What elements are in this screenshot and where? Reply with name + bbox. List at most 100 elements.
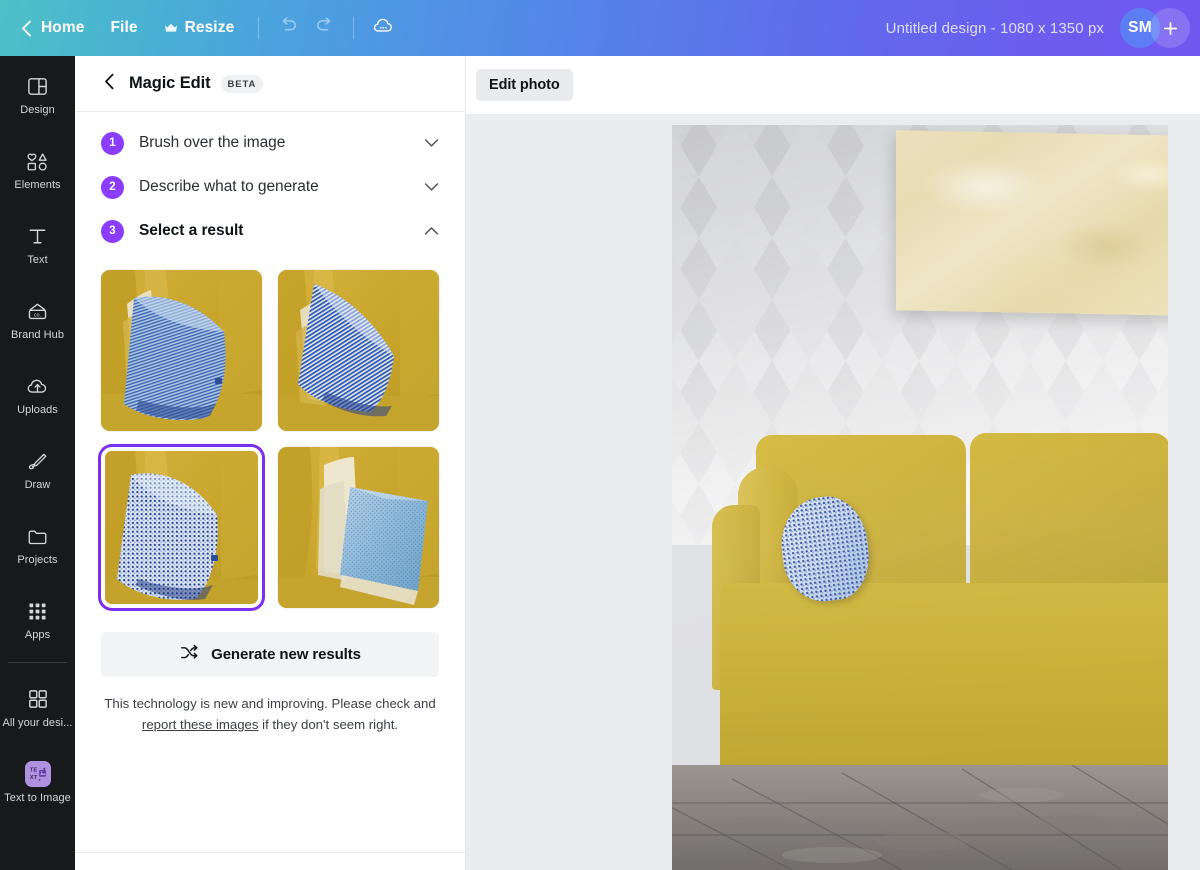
sidebar-item-uploads[interactable]: Uploads — [0, 356, 75, 431]
step-number: 3 — [101, 219, 124, 243]
chevron-left-icon — [104, 73, 115, 95]
sidebar-item-label: Elements — [14, 179, 61, 191]
text-icon — [26, 223, 49, 249]
file-menu-button[interactable]: File — [97, 10, 150, 46]
chevron-down-icon[interactable] — [424, 182, 439, 192]
sidebar-item-label: Text to Image — [4, 792, 71, 804]
results-grid — [101, 270, 439, 608]
toolbar-divider-2 — [353, 17, 355, 39]
chevron-up-icon[interactable] — [424, 226, 439, 236]
rail-divider — [8, 662, 67, 663]
panel-footer-divider — [75, 852, 465, 853]
result-thumbnail-4[interactable] — [278, 447, 439, 608]
result-thumbnail-2[interactable] — [278, 270, 439, 431]
sidebar-item-all-your-designs[interactable]: All your desi... — [0, 669, 75, 744]
disclaimer-after: if they don't seem right. — [258, 717, 399, 733]
sidebar-item-label: Text — [27, 254, 48, 266]
beta-badge: BETA — [220, 74, 264, 93]
report-these-images-link[interactable]: report these images — [142, 717, 259, 732]
top-bar: Home File Resize Untitled design - 1080 … — [0, 0, 1200, 56]
resize-label: Resize — [184, 19, 235, 36]
redo-icon — [314, 15, 335, 41]
sidebar-item-design[interactable]: Design — [0, 56, 75, 131]
canvas-area: Edit photo — [466, 56, 1200, 870]
step-number: 1 — [101, 131, 124, 155]
result-thumbnail-3[interactable] — [101, 447, 262, 608]
svg-text:co.: co. — [34, 312, 41, 318]
canvas-stage[interactable] — [466, 114, 1200, 870]
undo-button[interactable] — [270, 10, 306, 46]
canvas-toolbar: Edit photo — [466, 56, 1200, 114]
file-label: File — [110, 19, 138, 36]
undo-icon — [278, 15, 299, 41]
apps-icon — [27, 598, 48, 624]
sidebar-item-apps[interactable]: Apps — [0, 581, 75, 656]
redo-button[interactable] — [306, 10, 342, 46]
elements-icon — [25, 148, 50, 174]
floor-planks — [672, 765, 1168, 870]
wall-artwork — [896, 130, 1168, 316]
sidebar-item-text-to-image[interactable]: TE XT Text to Image — [0, 744, 75, 819]
result-thumbnail-1[interactable] — [101, 270, 262, 431]
result-image-3 — [105, 451, 258, 604]
brand-hub-icon: co. — [25, 298, 50, 324]
generate-new-results-button[interactable]: Generate new results — [101, 632, 439, 677]
draw-icon — [25, 448, 50, 474]
sidebar-item-label: Apps — [24, 629, 51, 641]
cloud-saving-button[interactable] — [365, 10, 401, 46]
sofa-back-cushion-right — [970, 433, 1168, 593]
crown-icon — [164, 23, 178, 34]
panel-header: Magic Edit BETA — [75, 56, 465, 112]
share-add-button[interactable] — [1150, 8, 1190, 48]
resize-button[interactable]: Resize — [151, 10, 248, 46]
sidebar-item-label: Uploads — [17, 404, 58, 416]
result-image-1 — [101, 270, 262, 431]
projects-icon — [26, 523, 50, 549]
svg-text:TE: TE — [29, 768, 37, 774]
disclaimer-text: This technology is new and improving. Pl… — [103, 693, 437, 736]
sidebar-item-brand-hub[interactable]: co. Brand Hub — [0, 281, 75, 356]
sidebar-item-label: Brand Hub — [10, 329, 65, 341]
step-select-a-result[interactable]: 3 Select a result — [101, 214, 439, 248]
edit-photo-button[interactable]: Edit photo — [476, 69, 573, 101]
page-title: Magic Edit — [129, 74, 211, 92]
top-bar-left-group: Home File Resize — [0, 0, 401, 56]
sidebar-item-elements[interactable]: Elements — [0, 131, 75, 206]
left-rail: Design Elements Text co. Brand Hub Uploa… — [0, 56, 75, 870]
steps-list: 1 Brush over the image 2 Describe what t… — [75, 112, 465, 248]
sidebar-item-projects[interactable]: Projects — [0, 506, 75, 581]
text-to-image-icon: TE XT — [24, 761, 51, 787]
panel-back-button[interactable] — [95, 70, 123, 98]
step-number: 2 — [101, 175, 124, 199]
design-photo[interactable] — [672, 125, 1168, 870]
step-label: Describe what to generate — [139, 178, 319, 195]
magic-edit-panel: Magic Edit BETA 1 Brush over the image 2… — [75, 56, 466, 870]
cloud-saving-icon — [371, 14, 395, 43]
result-image-4 — [278, 447, 439, 608]
sidebar-item-text[interactable]: Text — [0, 206, 75, 281]
sidebar-item-draw[interactable]: Draw — [0, 431, 75, 506]
toolbar-divider-1 — [258, 17, 260, 39]
disclaimer-before: This technology is new and improving. Pl… — [104, 696, 436, 711]
generate-new-results-label: Generate new results — [211, 646, 361, 663]
home-button[interactable]: Home — [8, 10, 97, 46]
wood-floor — [672, 765, 1168, 870]
design-icon — [26, 73, 49, 99]
step-label: Select a result — [139, 222, 244, 239]
design-title[interactable]: Untitled design - 1080 x 1350 px — [886, 20, 1104, 37]
step-label: Brush over the image — [139, 134, 286, 151]
home-label: Home — [41, 19, 85, 36]
all-designs-icon — [27, 686, 49, 712]
step-describe-what-to-generate[interactable]: 2 Describe what to generate — [101, 170, 439, 204]
sidebar-item-label: Projects — [17, 554, 58, 566]
sidebar-item-label: Design — [20, 104, 55, 116]
uploads-icon — [25, 373, 50, 399]
chevron-down-icon[interactable] — [424, 138, 439, 148]
step-brush-over-the-image[interactable]: 1 Brush over the image — [101, 126, 439, 160]
plus-icon — [1163, 21, 1177, 35]
sidebar-item-label: Draw — [24, 479, 51, 491]
sidebar-item-label: All your desi... — [2, 717, 73, 729]
top-bar-right-group: Untitled design - 1080 x 1350 px SM — [886, 0, 1200, 56]
result-image-2 — [278, 270, 439, 431]
shuffle-icon — [179, 643, 199, 667]
